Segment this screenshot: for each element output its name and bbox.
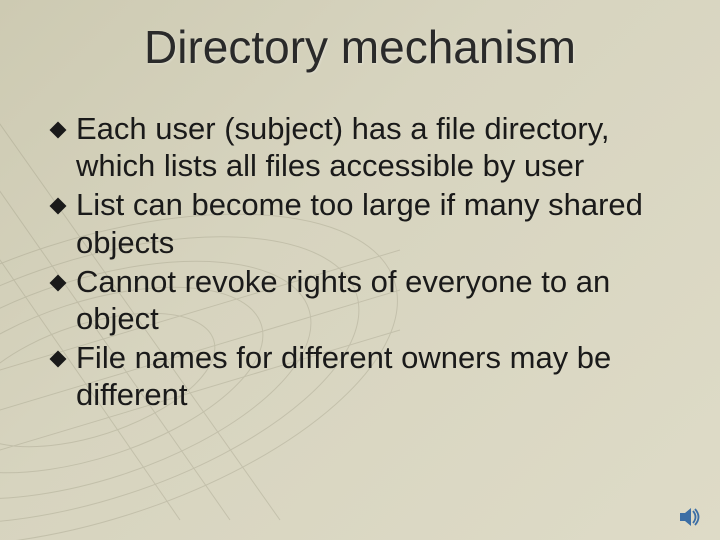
sound-icon[interactable] [680, 508, 702, 526]
list-item: List can become too large if many shared… [52, 186, 680, 260]
slide-title: Directory mechanism [0, 20, 720, 74]
list-item-text: List can become too large if many shared… [76, 187, 643, 259]
list-item: Each user (subject) has a file directory… [52, 110, 680, 184]
list-item: Cannot revoke rights of everyone to an o… [52, 263, 680, 337]
bullet-diamond-icon [50, 351, 67, 368]
bullet-diamond-icon [50, 122, 67, 139]
list-item-text: File names for different owners may be d… [76, 340, 611, 412]
bullet-diamond-icon [50, 198, 67, 215]
list-item: File names for different owners may be d… [52, 339, 680, 413]
list-item-text: Cannot revoke rights of everyone to an o… [76, 264, 610, 336]
list-item-text: Each user (subject) has a file directory… [76, 111, 610, 183]
slide: Directory mechanism Each user (subject) … [0, 0, 720, 540]
bullet-diamond-icon [50, 274, 67, 291]
bullet-list: Each user (subject) has a file directory… [52, 110, 680, 416]
